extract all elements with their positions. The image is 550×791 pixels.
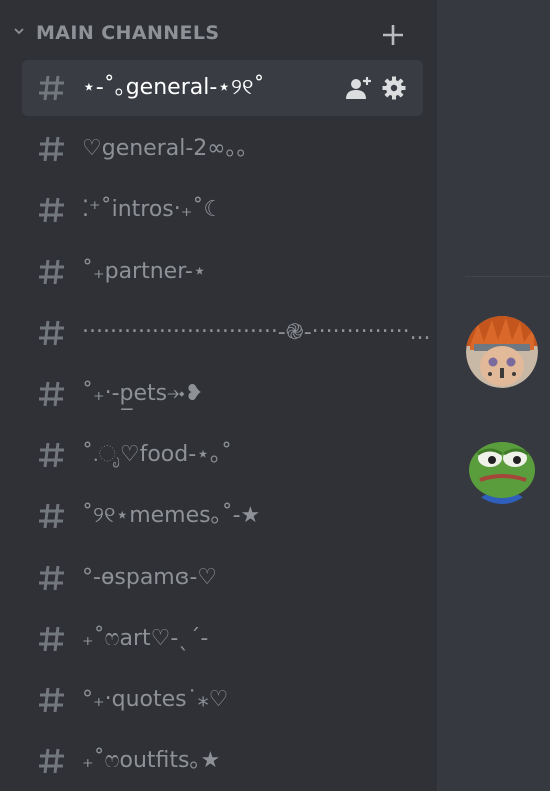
channel-name: ˚₊‧-p̲ets⤞❥ bbox=[82, 381, 204, 406]
plus-icon[interactable] bbox=[380, 22, 406, 48]
channel-item[interactable]: ♡general-2∞｡｡ bbox=[22, 121, 423, 177]
hash-icon bbox=[39, 504, 64, 529]
channel-name: ˚୨୧⋆memes｡˚-★ bbox=[82, 503, 261, 529]
avatar[interactable] bbox=[466, 432, 538, 504]
channel-item[interactable]: ⁚⁺˚intros‧₊˚☾ bbox=[22, 182, 423, 238]
hash-icon bbox=[39, 198, 64, 223]
channel-item[interactable]: ˚₊partner-⋆ bbox=[22, 244, 423, 300]
hash-icon bbox=[39, 565, 64, 590]
category-header[interactable]: MAIN CHANNELS bbox=[0, 0, 437, 66]
channel-item[interactable]: ₊˚ෆart♡-ˎˊ- bbox=[22, 611, 423, 667]
channel-name: °-ɵspamɞ-♡ bbox=[82, 564, 218, 590]
channel-item[interactable]: °₊‧quotes˙⁎♡ bbox=[22, 672, 423, 728]
channel-name: ˚.ೃ♡food-⋆｡˚ bbox=[82, 442, 232, 468]
channel-name: °₊‧quotes˙⁎♡ bbox=[82, 687, 229, 712]
channel-name: ⋆-˚｡general-⋆୨୧˚ bbox=[82, 75, 265, 100]
hash-icon bbox=[39, 381, 64, 407]
channel-item[interactable]: ‧‧‧‧‧‧‧‧‧‧‧‧‧‧‧‧‧‧‧‧‧‧‧‧‧‧‧‧-֎-‧‧‧‧‧‧‧‧‧… bbox=[22, 305, 431, 361]
channel-name: ♡general-2∞｡｡ bbox=[82, 136, 248, 162]
channel-name: ‧‧‧‧‧‧‧‧‧‧‧‧‧‧‧‧‧‧‧‧‧‧‧‧‧‧‧‧-֎-‧‧‧‧‧‧‧‧‧… bbox=[82, 319, 431, 345]
channel-name: ˚₊partner-⋆ bbox=[82, 258, 207, 284]
channel-item[interactable]: ˚୨୧⋆memes｡˚-★ bbox=[22, 488, 423, 544]
channel-name: ₊˚ෆoutfits｡★ bbox=[82, 748, 221, 774]
hash-icon bbox=[39, 443, 64, 468]
channel-name: ⁚⁺˚intros‧₊˚☾ bbox=[82, 197, 224, 223]
hash-icon bbox=[39, 749, 64, 774]
add-member-icon[interactable] bbox=[344, 74, 372, 102]
channel-item[interactable]: ₊˚ෆoutfits｡★ bbox=[22, 733, 423, 789]
hash-icon bbox=[39, 137, 64, 162]
channel-item[interactable]: ˚₊‧-p̲ets⤞❥ bbox=[22, 366, 423, 422]
hash-icon bbox=[39, 626, 64, 651]
hash-icon bbox=[39, 75, 64, 101]
channel-sidebar: MAIN CHANNELS ⋆-˚｡general-⋆୨୧˚ ♡general-2… bbox=[0, 0, 437, 791]
hash-icon bbox=[39, 320, 64, 345]
chevron-down-icon bbox=[14, 28, 24, 35]
avatar[interactable] bbox=[466, 316, 538, 388]
hash-icon bbox=[39, 687, 64, 713]
hash-icon bbox=[39, 259, 64, 284]
channel-name: ₊˚ෆart♡-ˎˊ- bbox=[82, 625, 209, 651]
divider bbox=[465, 276, 550, 277]
channel-item[interactable]: ⋆-˚｡general-⋆୨୧˚ bbox=[22, 60, 423, 116]
gear-icon[interactable] bbox=[382, 76, 406, 100]
channel-item[interactable]: ˚.ೃ♡food-⋆｡˚ bbox=[22, 427, 423, 483]
category-label: MAIN CHANNELS bbox=[36, 22, 220, 44]
channel-item[interactable]: °-ɵspamɞ-♡ bbox=[22, 550, 423, 606]
